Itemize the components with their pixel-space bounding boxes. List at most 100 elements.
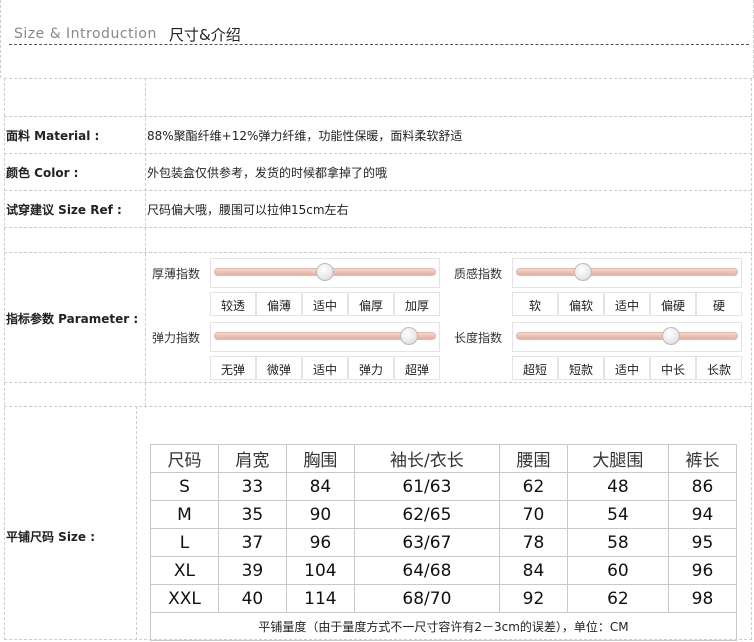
size-table-cell: 60 [566, 556, 669, 585]
size-table-cell: 114 [285, 584, 355, 613]
size-table: 尺码 肩宽 胸围 袖长/衣长 腰围 大腿围 裤长 S 33 84 61/63 62 48 8… [150, 444, 738, 641]
gauge-option-label: 适中 [614, 363, 639, 377]
size-table-cell: 35 [217, 500, 287, 529]
size-table-header: 尺码 [150, 444, 219, 473]
gauge-option-label: 中长 [660, 363, 685, 377]
size-table-cell: 39 [217, 556, 287, 585]
parameter-name: 长度指数 [454, 331, 503, 345]
size-table-header: 大腿围 [566, 444, 669, 473]
size-ref-value: 尺码偏大哦，腰围可以拉伸15cm左右 [147, 203, 349, 217]
size-table-size-cell: M [150, 500, 219, 529]
size-table-cell: 98 [667, 584, 738, 613]
gauge-option-label: 硬 [712, 299, 725, 313]
size-table-header: 腰围 [498, 444, 568, 473]
row-divider [4, 227, 752, 228]
gauge-option-label: 偏软 [568, 299, 593, 313]
size-table-cell: 61/63 [353, 472, 500, 501]
gauge-option-label: 适中 [614, 299, 639, 313]
size-table-cell: 33 [217, 472, 287, 501]
gauge-option-label: 偏厚 [358, 299, 383, 313]
size-table-cell: 63/67 [353, 528, 500, 557]
gauge-option-label: 较透 [220, 299, 245, 313]
gauge-option-label: 无弹 [220, 363, 245, 377]
gauge-option-label: 适中 [312, 363, 337, 377]
size-table-cell: 58 [566, 528, 669, 557]
size-table-header: 裤长 [667, 444, 738, 473]
size-table-cell: 40 [217, 584, 287, 613]
size-ref-label: 试穿建议 Size Ref : [6, 203, 122, 217]
size-table-cell: 84 [498, 556, 568, 585]
gauge-option-label: 超弹 [404, 363, 429, 377]
gauge-option-label: 弹力 [358, 363, 383, 377]
size-table-cell: 62/65 [353, 500, 500, 529]
size-table-note-row: 平铺量度（由于量度方式不一尺寸容许有2－3cm的误差），单位：CM [150, 612, 737, 641]
size-table-row: XL 39 104 64/68 84 60 96 [150, 556, 738, 585]
gauge-option-label: 偏薄 [266, 299, 291, 313]
parameter-name: 质感指数 [454, 267, 503, 281]
gauge-track [516, 332, 738, 340]
row-divider [4, 153, 752, 154]
size-table-size-cell: S [150, 472, 219, 501]
row-divider [4, 382, 752, 383]
header-divider [9, 44, 749, 45]
gauge-option-label: 偏硬 [660, 299, 685, 313]
material-label: 面料 Material : [6, 129, 100, 143]
size-table-cell: 90 [285, 500, 355, 529]
row-divider [4, 252, 752, 253]
size-table-cell: 104 [285, 556, 355, 585]
size-table-cell: 68/70 [353, 584, 500, 613]
size-table-header: 肩宽 [217, 444, 287, 473]
gauge-option-label: 超短 [522, 363, 547, 377]
row-divider [4, 190, 752, 191]
size-table-cell: 96 [285, 528, 355, 557]
gauge-option-label: 微弹 [266, 363, 291, 377]
size-table-size-cell: XL [150, 556, 219, 585]
gauge-track [516, 268, 738, 276]
gauge-knob [316, 263, 334, 281]
size-table-cell: 94 [667, 500, 738, 529]
size-table-header-row: 尺码 肩宽 胸围 袖长/衣长 腰围 大腿围 裤长 [150, 444, 738, 473]
gauge-option-label: 适中 [312, 299, 337, 313]
size-table-row: S 33 84 61/63 62 48 86 [150, 472, 738, 501]
size-table-cell: 64/68 [353, 556, 500, 585]
section-header: Size & Introduction 尺寸&介绍 [0, 0, 754, 78]
size-table-cell: 96 [667, 556, 738, 585]
header-title-cn: 尺寸&介绍 [169, 26, 241, 44]
label-column-divider-lower [136, 406, 137, 640]
size-table-row: L 37 96 63/67 78 58 95 [150, 528, 738, 557]
row-divider [4, 406, 752, 407]
color-label: 颜色 Color : [6, 166, 79, 180]
size-table-size-cell: XXL [150, 584, 219, 613]
label-column-divider [145, 78, 146, 406]
parameter-label: 指标参数 Parameter : [6, 312, 139, 326]
size-table-header: 袖长/衣长 [353, 444, 500, 473]
size-table-cell: 92 [498, 584, 568, 613]
size-table-cell: 86 [667, 472, 738, 501]
gauge-option-label: 加厚 [404, 299, 429, 313]
gauge-option-label: 短款 [568, 363, 593, 377]
parameter-name: 弹力指数 [152, 331, 201, 345]
size-table-cell: 70 [498, 500, 568, 529]
size-table-cell: 62 [498, 472, 568, 501]
gauge-knob [573, 263, 592, 281]
header-title-en: Size & Introduction [14, 26, 157, 42]
gauge-option-label: 长款 [706, 363, 731, 377]
row-divider [4, 116, 752, 117]
size-label: 平铺尺码 Size : [6, 530, 96, 544]
material-value: 88%聚酯纤维+12%弹力纤维，功能性保暖，面料柔软舒适 [147, 129, 463, 143]
size-table-header: 胸围 [285, 444, 355, 473]
size-table-cell: 62 [566, 584, 669, 613]
size-table-note: 平铺量度（由于量度方式不一尺寸容许有2－3cm的误差），单位：CM [150, 612, 737, 641]
parameter-name: 厚薄指数 [152, 267, 201, 281]
color-value: 外包装盒仅供参考，发货的时候都拿掉了的哦 [147, 166, 388, 180]
size-table-size-cell: L [150, 528, 219, 557]
size-table-cell: 48 [566, 472, 669, 501]
gauge-option-label: 软 [528, 299, 541, 313]
size-table-cell: 78 [498, 528, 568, 557]
size-table-cell: 95 [667, 528, 738, 557]
size-table-row: M 35 90 62/65 70 54 94 [150, 500, 738, 529]
size-table-cell: 54 [566, 500, 669, 529]
size-table-cell: 37 [217, 528, 287, 557]
size-table-cell: 84 [285, 472, 355, 501]
size-table-row: XXL 40 114 68/70 92 62 98 [150, 584, 738, 613]
